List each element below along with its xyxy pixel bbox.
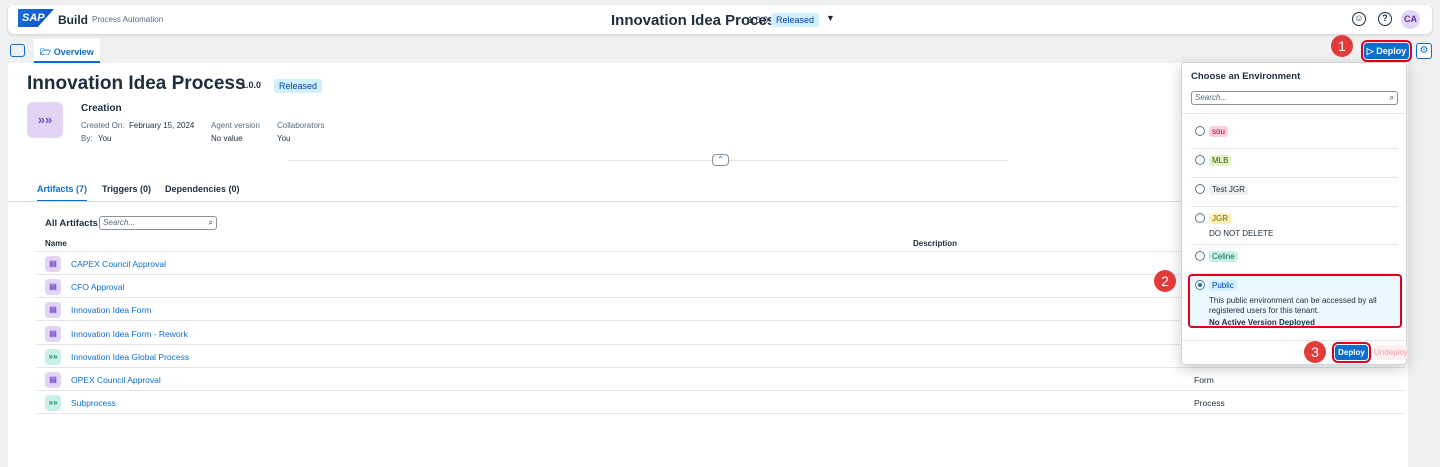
search-icon[interactable]: ⌕ bbox=[209, 217, 213, 229]
settings-gear-icon[interactable]: ⚙ bbox=[1416, 43, 1432, 59]
collapse-header-icon[interactable]: ⌃ bbox=[712, 154, 729, 166]
column-name-header[interactable]: Name bbox=[45, 239, 67, 248]
tab-triggers[interactable]: Triggers (0) bbox=[102, 184, 151, 194]
env-tag: Celine bbox=[1209, 251, 1238, 262]
process-icon: »» bbox=[45, 395, 61, 412]
header-divider bbox=[288, 160, 1008, 161]
env-tag: Test JGR bbox=[1209, 184, 1248, 195]
agent-version-value: No value bbox=[211, 134, 243, 143]
tab-artifacts[interactable]: Artifacts (7) bbox=[37, 184, 88, 202]
creation-heading: Creation bbox=[81, 103, 122, 114]
option-divider bbox=[1191, 177, 1398, 178]
popover-footer: Deploy Undeploy bbox=[1182, 340, 1408, 366]
process-icon: »» bbox=[45, 348, 61, 365]
choose-environment-popover: Choose an Environment Search... ⌕ sou MLB… bbox=[1181, 62, 1408, 366]
radio-public[interactable] bbox=[1195, 280, 1205, 290]
env-tag: JGR bbox=[1209, 213, 1231, 224]
deploy-button-label: Deploy bbox=[1376, 46, 1407, 56]
page-title: Innovation Idea Process bbox=[27, 73, 246, 94]
row-divider bbox=[36, 366, 1405, 368]
created-on-value: February 15, 2024 bbox=[129, 121, 195, 130]
artifact-name-link[interactable]: CAPEX Council Approval bbox=[71, 259, 166, 269]
artifact-name-link[interactable]: Innovation Idea Global Process bbox=[71, 352, 189, 362]
form-icon: ▤ bbox=[45, 302, 61, 319]
search-icon[interactable]: ⌕ bbox=[1390, 92, 1394, 104]
option-divider bbox=[1191, 206, 1398, 207]
page-status-badge: Released bbox=[274, 79, 323, 93]
option-divider bbox=[1191, 148, 1398, 149]
artifacts-search-input[interactable]: Search... ⌕ bbox=[99, 216, 217, 230]
shell-status-badge: Released bbox=[771, 13, 820, 27]
help-icon[interactable]: ? bbox=[1378, 12, 1392, 26]
environment-search-placeholder: Search... bbox=[1195, 93, 1228, 102]
column-description-header[interactable]: Description bbox=[913, 239, 957, 248]
env-tag: sou bbox=[1209, 126, 1228, 137]
env-tag-public: Public bbox=[1209, 280, 1237, 291]
popover-title: Choose an Environment bbox=[1191, 71, 1301, 82]
user-avatar[interactable]: CA bbox=[1401, 10, 1420, 29]
public-description: This public environment can be accessed … bbox=[1209, 296, 1377, 315]
artifact-type: Process bbox=[1194, 398, 1225, 409]
version-dropdown-icon[interactable]: ▼ bbox=[826, 13, 835, 23]
environment-radio[interactable] bbox=[1195, 251, 1205, 261]
folder-icon: 🗁 bbox=[40, 47, 52, 57]
tab-row: 🗁 Overview bbox=[8, 39, 1432, 63]
env-tag: MLB bbox=[1209, 155, 1232, 166]
shell-version: 1.0.0 bbox=[748, 15, 769, 25]
all-artifacts-heading: All Artifacts bbox=[45, 218, 98, 229]
row-divider bbox=[36, 413, 1405, 415]
option-divider bbox=[1191, 244, 1398, 245]
shell-bar: SAP Build Process Automation Innovation … bbox=[8, 5, 1432, 34]
deploy-button[interactable]: ▷ Deploy bbox=[1361, 40, 1412, 62]
popover-divider bbox=[1182, 113, 1408, 114]
artifact-name-link[interactable]: CFO Approval bbox=[71, 282, 124, 292]
artifact-name-link[interactable]: Subprocess bbox=[71, 398, 116, 408]
created-on-label: Created On: bbox=[81, 121, 125, 130]
deploy-icon: ▷ bbox=[1366, 46, 1374, 56]
form-icon: ▤ bbox=[45, 279, 61, 296]
page-version: 1.0.0 bbox=[241, 80, 262, 90]
environment-radio[interactable] bbox=[1195, 155, 1205, 165]
environment-radio[interactable] bbox=[1195, 213, 1205, 223]
artifact-name-link[interactable]: OPEX Council Approval bbox=[71, 375, 161, 385]
row-divider bbox=[36, 390, 1405, 391]
artifacts-search-placeholder: Search... bbox=[103, 218, 136, 227]
callout-1: 1 bbox=[1331, 35, 1353, 57]
form-icon: ▤ bbox=[45, 256, 61, 272]
process-icon: »» bbox=[27, 102, 63, 138]
tab-overview-label: Overview bbox=[53, 47, 94, 57]
by-label: By: bbox=[81, 134, 93, 143]
artifact-type: Form bbox=[1194, 375, 1214, 385]
artifact-name-link[interactable]: Innovation Idea Form - Rework bbox=[71, 329, 188, 339]
public-status: No Active Version Deployed bbox=[1209, 318, 1315, 327]
side-panel-icon[interactable] bbox=[10, 44, 25, 57]
by-value: You bbox=[98, 134, 112, 143]
callout-3: 3 bbox=[1304, 341, 1326, 363]
joule-assistant-icon[interactable]: ☺ bbox=[1352, 12, 1366, 26]
brand-name: Build bbox=[58, 13, 88, 27]
env-description: DO NOT DELETE bbox=[1209, 229, 1274, 238]
collaborators-label: Collaborators bbox=[277, 121, 325, 130]
environment-radio[interactable] bbox=[1195, 184, 1205, 194]
tab-overview[interactable]: 🗁 Overview bbox=[34, 39, 100, 63]
product-name: Process Automation bbox=[92, 15, 164, 24]
collaborators-value: You bbox=[277, 134, 291, 143]
environment-search-input[interactable]: Search... ⌕ bbox=[1191, 91, 1398, 105]
tab-dependencies[interactable]: Dependencies (0) bbox=[165, 184, 240, 194]
artifact-name-link[interactable]: Innovation Idea Form bbox=[71, 305, 151, 315]
sap-logo[interactable]: SAP bbox=[18, 9, 54, 27]
environment-option-public[interactable]: Public This public environment can be ac… bbox=[1188, 274, 1402, 328]
popover-deploy-button[interactable]: Deploy bbox=[1332, 342, 1371, 363]
form-icon: ▤ bbox=[45, 325, 61, 342]
callout-2: 2 bbox=[1154, 270, 1176, 292]
agent-version-label: Agent version bbox=[211, 121, 260, 130]
popover-undeploy-button[interactable]: Undeploy bbox=[1374, 345, 1408, 360]
environment-radio[interactable] bbox=[1195, 126, 1205, 136]
form-icon: ▤ bbox=[45, 372, 61, 388]
